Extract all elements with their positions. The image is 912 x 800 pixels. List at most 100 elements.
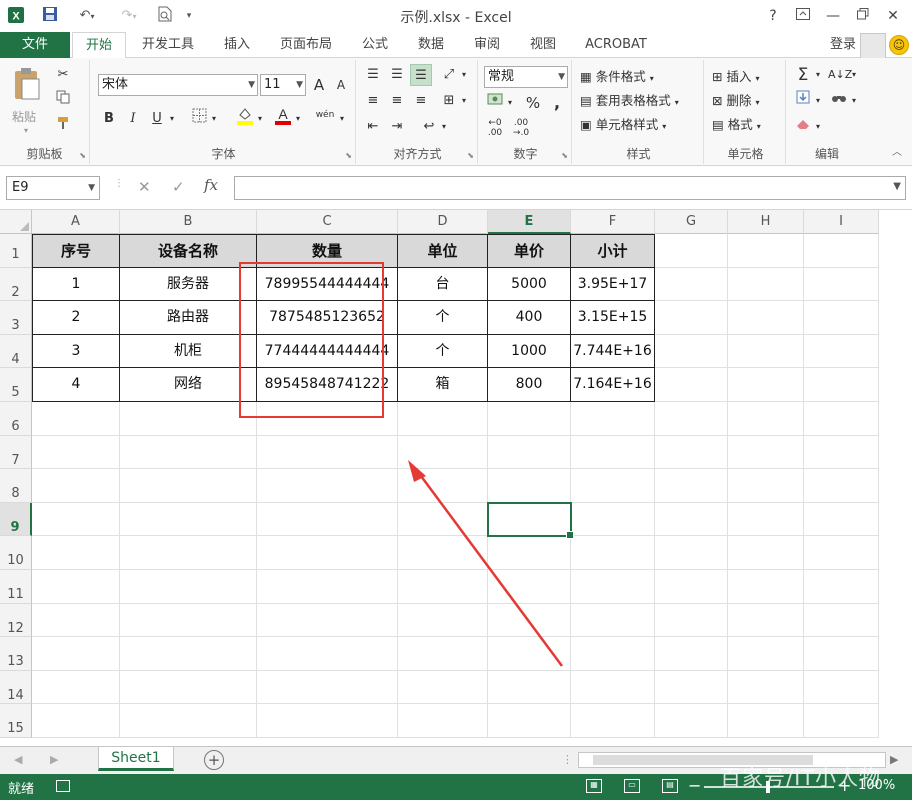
shrink-font-icon[interactable]: A [330,74,352,96]
avatar[interactable] [860,33,886,59]
phonetic-guide-icon[interactable]: wén [314,104,336,126]
scroll-right-icon[interactable]: ▶ [890,753,898,766]
currency-dropdown-icon[interactable]: ▾ [504,92,516,114]
cut-icon[interactable]: ✂ [52,64,74,86]
align-center-icon[interactable]: ≡ [386,90,408,112]
tab-insert[interactable]: 插入 [212,32,262,58]
find-select-icon[interactable] [828,90,850,112]
orientation-icon[interactable]: ⤢ [438,64,460,86]
close-icon[interactable]: ✕ [880,5,906,27]
cancel-entry-icon[interactable]: ✕ [138,178,151,196]
chevron-down-icon[interactable]: ▼ [893,181,901,192]
login-link[interactable]: 登录 [830,32,856,58]
macro-record-icon[interactable] [56,780,70,792]
scroll-sheets-right-icon[interactable]: ▶ [50,753,58,766]
format-cells-button[interactable]: ▤ 格式 ▾ [712,114,761,136]
insert-function-button[interactable]: fx [204,176,218,194]
page-break-view-icon[interactable]: ▤ [662,779,678,793]
add-sheet-icon[interactable]: + [204,750,224,770]
merge-dropdown-icon[interactable]: ▾ [458,90,470,112]
clipboard-launcher-icon[interactable]: ⬊ [79,151,86,160]
tab-view[interactable]: 视图 [518,32,568,58]
number-format-combo[interactable]: 常规 ▼ [484,66,568,88]
grow-font-icon[interactable]: A [308,74,330,96]
scroll-sheets-left-icon[interactable]: ◀ [14,753,22,766]
increase-decimal-icon[interactable]: ←0.00 [484,118,506,140]
percent-icon[interactable]: % [522,92,544,114]
conditional-formatting-button[interactable]: ▦ 条件格式 ▾ [580,66,654,88]
tab-formulas[interactable]: 公式 [350,32,400,58]
tab-review[interactable]: 审阅 [462,32,512,58]
decrease-indent-icon[interactable]: ⇤ [362,116,384,138]
delete-cells-button[interactable]: ⊠ 删除 ▾ [712,90,759,112]
tab-acrobat[interactable]: ACROBAT [574,32,658,58]
align-top-icon[interactable]: ☰ [362,64,384,86]
align-right-icon[interactable]: ≡ [410,90,432,112]
help-button[interactable]: ? [760,5,786,27]
collapse-ribbon-icon[interactable]: ︿ [886,142,908,164]
font-name-combo[interactable]: 宋体 ▼ [98,74,258,96]
copy-icon[interactable] [52,90,74,112]
orientation-dropdown-icon[interactable]: ▾ [458,64,470,86]
fill-dropdown-icon[interactable]: ▾ [812,90,824,112]
autosum-icon[interactable]: Σ [792,64,814,86]
bold-button[interactable]: B [98,108,120,130]
fill-color-dropdown-icon[interactable]: ▾ [254,108,266,130]
tab-developer[interactable]: 开发工具 [130,32,206,58]
normal-view-icon[interactable]: ▦ [586,779,602,793]
fill-color-icon[interactable] [234,106,256,128]
format-as-table-button[interactable]: ▤ 套用表格格式 ▾ [580,90,679,112]
ribbon-display-icon[interactable] [790,5,816,27]
cell-styles-button[interactable]: ▣ 单元格样式 ▾ [580,114,666,136]
font-color-dropdown-icon[interactable]: ▾ [292,108,304,130]
tab-data[interactable]: 数据 [406,32,456,58]
fill-icon[interactable] [792,90,814,112]
number-launcher-icon[interactable]: ⬊ [561,151,568,160]
autosum-dropdown-icon[interactable]: ▾ [812,64,824,86]
decrease-decimal-icon[interactable]: .00 →.0 [510,118,532,140]
sort-filter-icon[interactable]: A↓Z [828,64,852,86]
merge-center-icon[interactable]: ⊞ [438,90,460,112]
tab-splitter-icon[interactable]: ⋮ [562,753,573,766]
name-box[interactable]: E9 ▼ [6,176,100,200]
align-middle-icon[interactable]: ☰ [386,64,408,86]
zoom-out-icon[interactable]: − [688,776,701,795]
insert-cells-button[interactable]: ⊞ 插入 ▾ [712,66,759,88]
underline-dropdown-icon[interactable]: ▾ [166,108,178,130]
font-launcher-icon[interactable]: ⬊ [345,151,352,160]
wrap-text-icon[interactable]: ↩ [418,116,440,138]
italic-button[interactable]: I [122,108,144,130]
border-icon[interactable] [188,108,210,130]
sort-dropdown-icon[interactable]: ▾ [848,64,860,86]
font-color-icon[interactable]: A [272,106,294,128]
paste-dropdown-icon[interactable]: ▾ [24,120,28,142]
font-size-combo[interactable]: 11 ▼ [260,74,306,96]
restore-icon[interactable] [850,5,876,27]
paste-icon[interactable] [10,66,44,106]
smiley-feedback-icon[interactable]: ☺ [889,35,909,55]
phonetic-dropdown-icon[interactable]: ▾ [336,108,348,130]
file-tab[interactable]: 文件 [0,32,70,58]
tab-page-layout[interactable]: 页面布局 [268,32,344,58]
tab-home[interactable]: 开始 [72,32,126,59]
currency-icon[interactable] [484,92,506,114]
underline-button[interactable]: U [146,108,168,130]
worksheet-grid[interactable]: ABCDEFGHI 1 2 3 4 5 6 7 8 9 10 11 12 13 14 15 序号 设备名称 数量… [0,210,912,746]
comma-style-icon[interactable]: , [546,92,568,114]
alignment-launcher-icon[interactable]: ⬊ [467,151,474,160]
minimize-icon[interactable]: — [820,5,846,27]
increase-indent-icon[interactable]: ⇥ [386,116,408,138]
name-box-value: E9 [12,180,29,195]
page-layout-view-icon[interactable]: ▭ [624,779,640,793]
border-dropdown-icon[interactable]: ▾ [208,108,220,130]
clear-icon[interactable] [792,116,814,138]
confirm-entry-icon[interactable]: ✓ [172,178,185,196]
wrap-dropdown-icon[interactable]: ▾ [438,116,450,138]
sheet-tab-sheet1[interactable]: Sheet1 [98,747,174,771]
find-dropdown-icon[interactable]: ▾ [848,90,860,112]
align-bottom-icon[interactable]: ☰ [410,64,432,86]
clear-dropdown-icon[interactable]: ▾ [812,116,824,138]
formula-input[interactable]: ▼ [234,176,906,200]
format-painter-icon[interactable] [52,116,74,138]
align-left-icon[interactable]: ≡ [362,90,384,112]
